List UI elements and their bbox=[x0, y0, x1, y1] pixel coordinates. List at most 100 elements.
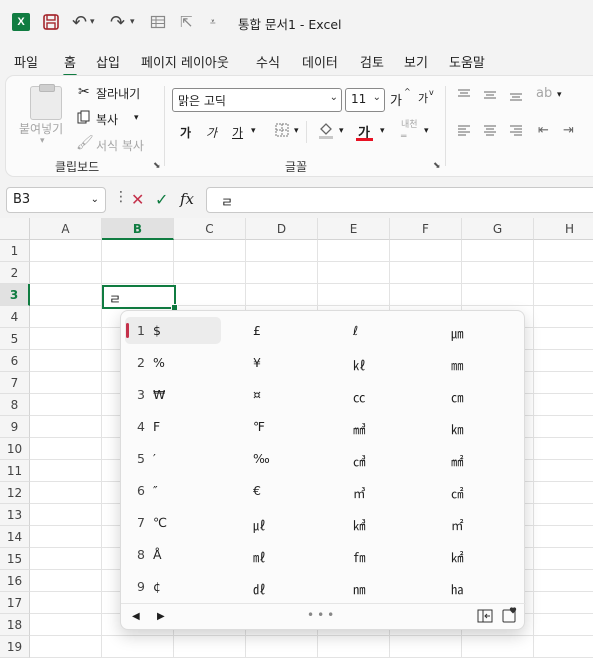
redo-icon[interactable]: ↷ bbox=[110, 12, 125, 33]
middle-align-icon[interactable] bbox=[483, 88, 497, 105]
candidate-symbol[interactable]: ㎙ bbox=[353, 538, 366, 570]
ime-candidate-row[interactable]: 1 $ £ ℓ ㎛ bbox=[121, 314, 526, 346]
customize-toolbar-icon[interactable]: ⩡ bbox=[210, 12, 216, 32]
increase-font-size-button[interactable]: 가 bbox=[390, 90, 402, 109]
underline-button[interactable]: 가 bbox=[232, 124, 243, 141]
candidate-symbol[interactable]: ㎚ bbox=[353, 570, 366, 602]
row-header[interactable]: 17 bbox=[0, 592, 30, 614]
candidate-symbol[interactable]: € bbox=[253, 474, 261, 506]
candidate-symbol[interactable]: ㎠ bbox=[451, 474, 464, 506]
row-header[interactable]: 13 bbox=[0, 504, 30, 526]
column-header[interactable]: D bbox=[246, 218, 318, 240]
ime-candidate-row[interactable]: 7 ℃ ㎕ ㎦ ㎡ bbox=[121, 506, 526, 538]
row-header[interactable]: 7 bbox=[0, 372, 30, 394]
font-size-select[interactable]: 11 ⌄ bbox=[345, 88, 385, 112]
row-header[interactable]: 8 bbox=[0, 394, 30, 416]
phonetic-dropdown-icon[interactable]: ▾ bbox=[424, 126, 429, 136]
italic-button[interactable]: 가 bbox=[206, 124, 217, 141]
candidate-symbol[interactable]: ㎞ bbox=[451, 410, 464, 442]
row-header[interactable]: 6 bbox=[0, 350, 30, 372]
worksheet-grid[interactable]: ABCDEFGH 1234567891011121314151617181920… bbox=[0, 218, 593, 658]
candidate-symbol[interactable]: ㎖ bbox=[253, 538, 266, 570]
previous-page-icon[interactable]: ◀ bbox=[132, 611, 140, 622]
candidate-symbol[interactable]: ㎤ bbox=[353, 442, 366, 474]
undo-dropdown-icon[interactable]: ▾ bbox=[90, 12, 95, 32]
ime-candidate-row[interactable]: 2% ¥ ㎘ ㎜ bbox=[121, 346, 526, 378]
copy-dropdown-icon[interactable]: ▾ bbox=[134, 113, 139, 123]
paste-button-label[interactable]: 붙여넣기 bbox=[19, 120, 63, 137]
decrease-font-size-button[interactable]: 가 bbox=[418, 90, 428, 106]
ime-candidate-row[interactable]: 8 Å ㎖ ㎙ ㎢ bbox=[121, 538, 526, 570]
clipboard-launcher-icon[interactable]: ⬊ bbox=[153, 161, 161, 171]
candidate-symbol[interactable]: ¢ bbox=[153, 570, 161, 602]
candidate-symbol[interactable]: ¤ bbox=[253, 378, 261, 410]
column-header[interactable]: G bbox=[462, 218, 534, 240]
ime-candidate-row[interactable]: 4 F ℉ ㎣ ㎞ bbox=[121, 410, 526, 442]
candidate-symbol[interactable]: ℉ bbox=[253, 410, 265, 442]
column-header[interactable]: F bbox=[390, 218, 462, 240]
candidate-symbol[interactable]: ㎣ bbox=[353, 410, 366, 442]
candidate-symbol[interactable]: ㏄ bbox=[353, 378, 366, 410]
candidate-symbol[interactable]: ㏊ bbox=[451, 570, 464, 602]
candidate-symbol[interactable]: ′ bbox=[153, 442, 156, 474]
row-header[interactable]: 12 bbox=[0, 482, 30, 504]
row-header[interactable]: 10 bbox=[0, 438, 30, 460]
phonetic-guide-button[interactable]: 내천 bbox=[401, 120, 418, 130]
font-name-select[interactable]: 맑은 고딕 ⌄ bbox=[172, 88, 342, 112]
row-header[interactable]: 11 bbox=[0, 460, 30, 482]
row-header[interactable]: 16 bbox=[0, 570, 30, 592]
align-right-icon[interactable] bbox=[509, 124, 523, 141]
row-header[interactable]: 1 bbox=[0, 240, 30, 262]
candidate-symbol[interactable]: ㎜ bbox=[451, 346, 464, 378]
fill-color-icon[interactable] bbox=[317, 120, 335, 143]
cancel-icon[interactable]: ✕ bbox=[131, 190, 144, 209]
candidate-symbol[interactable]: ₩ bbox=[153, 378, 165, 410]
ime-candidate-row[interactable]: 6 ″ € ㎥ ㎠ bbox=[121, 474, 526, 506]
row-header[interactable]: 5 bbox=[0, 328, 30, 350]
candidate-symbol[interactable]: ㎕ bbox=[253, 506, 266, 538]
candidate-symbol[interactable]: $ bbox=[153, 314, 161, 346]
candidate-symbol[interactable]: Å bbox=[153, 538, 162, 570]
candidate-symbol[interactable]: ℓ bbox=[353, 314, 358, 346]
tab-view[interactable]: 보기 bbox=[404, 52, 428, 71]
decrease-indent-icon[interactable]: ⇤ bbox=[538, 123, 549, 138]
candidate-symbol[interactable]: ㎟ bbox=[451, 442, 464, 474]
row-header[interactable]: 9 bbox=[0, 416, 30, 438]
align-left-icon[interactable] bbox=[457, 124, 471, 141]
candidate-symbol[interactable]: % bbox=[153, 346, 165, 378]
orientation-icon[interactable]: ab bbox=[536, 86, 552, 101]
ime-candidate-row[interactable]: 5 ′ ‰ ㎤ ㎟ bbox=[121, 442, 526, 474]
candidate-symbol[interactable]: ㎢ bbox=[451, 538, 464, 570]
name-box[interactable]: B3 ⌄ bbox=[6, 187, 106, 213]
tab-page-layout[interactable]: 페이지 레이아웃 bbox=[141, 52, 229, 71]
font-launcher-icon[interactable]: ⬊ bbox=[433, 161, 441, 171]
column-header[interactable]: E bbox=[318, 218, 390, 240]
row-header[interactable]: 2 bbox=[0, 262, 30, 284]
candidate-symbol[interactable]: ㎗ bbox=[253, 570, 266, 602]
cut-button[interactable]: 잘라내기 bbox=[96, 85, 140, 102]
tab-review[interactable]: 검토 bbox=[360, 52, 384, 71]
candidate-symbol[interactable]: ″ bbox=[153, 474, 158, 506]
save-icon[interactable] bbox=[42, 12, 60, 32]
redo-dropdown-icon[interactable]: ▾ bbox=[130, 12, 135, 32]
bottom-align-icon[interactable] bbox=[509, 88, 523, 105]
orientation-dropdown-icon[interactable]: ▾ bbox=[557, 90, 562, 100]
column-header[interactable]: B bbox=[102, 218, 174, 240]
insert-function-icon[interactable]: fx bbox=[180, 190, 194, 208]
candidate-symbol[interactable]: ㎦ bbox=[353, 506, 366, 538]
ime-candidate-row[interactable]: 9 ¢ ㎗ ㎚ ㏊ bbox=[121, 570, 526, 602]
more-dots-icon[interactable]: ••• bbox=[307, 608, 337, 622]
select-objects-icon[interactable]: ⇱ bbox=[180, 12, 193, 32]
candidate-symbol[interactable]: £ bbox=[253, 314, 261, 346]
candidate-symbol[interactable]: ¥ bbox=[253, 346, 261, 378]
tab-file[interactable]: 파일 bbox=[14, 52, 38, 71]
candidate-symbol[interactable]: ㎝ bbox=[451, 378, 464, 410]
paste-dropdown-icon[interactable]: ▾ bbox=[40, 136, 45, 146]
row-header[interactable]: 19 bbox=[0, 636, 30, 658]
border-icon[interactable] bbox=[274, 122, 290, 141]
underline-dropdown-icon[interactable]: ▾ bbox=[251, 126, 256, 136]
row-header[interactable]: 15 bbox=[0, 548, 30, 570]
bold-button[interactable]: 가 bbox=[180, 124, 191, 141]
formula-input[interactable]: ㄹ bbox=[206, 187, 593, 213]
row-header[interactable]: 18 bbox=[0, 614, 30, 636]
